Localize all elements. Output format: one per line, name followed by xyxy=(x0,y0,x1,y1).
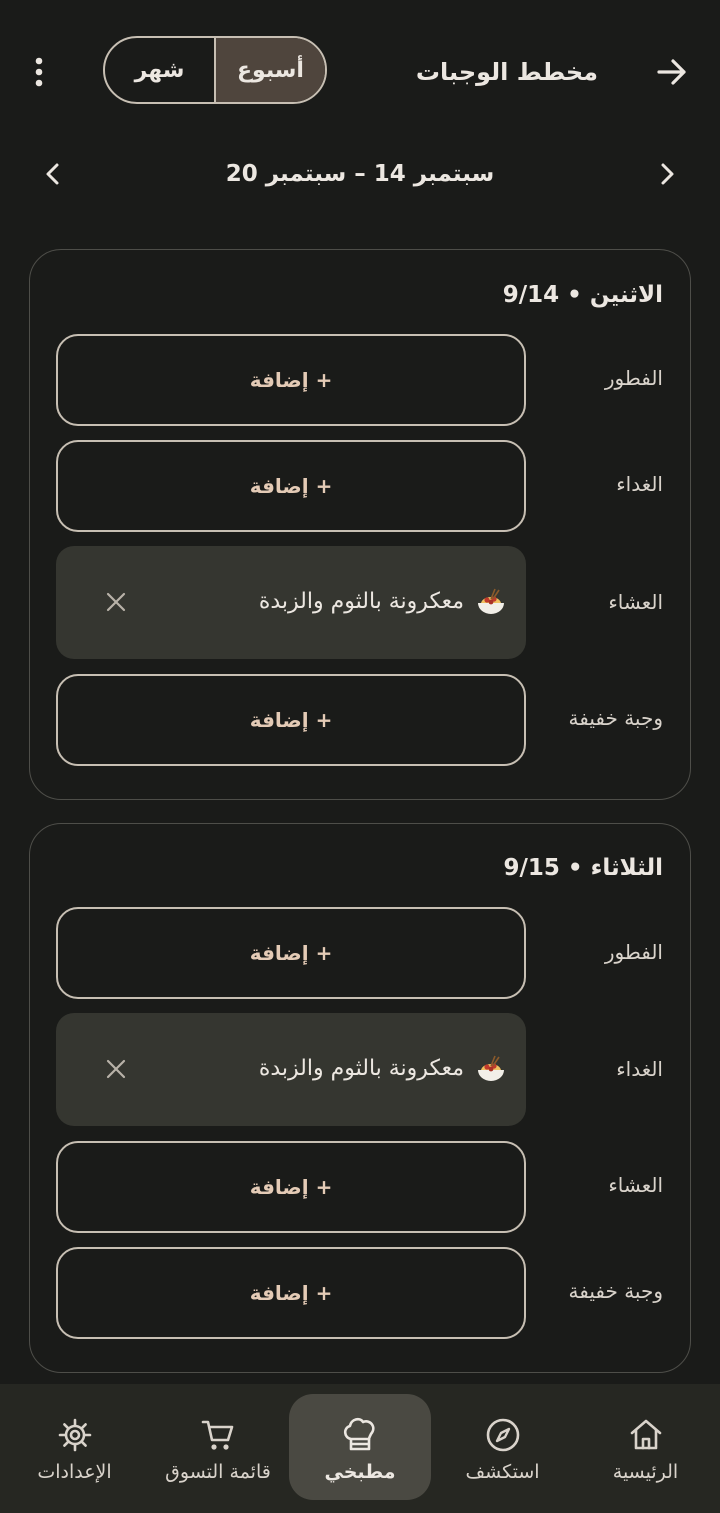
meal-label-breakfast: الفطور xyxy=(604,366,663,390)
week-range: سبتمبر 14 – سبتمبر 20 xyxy=(225,161,495,187)
bottom-nav: الإعدادات قائمة التسوق مطبخي استكشف الرئ… xyxy=(0,1384,720,1513)
gear-icon xyxy=(55,1415,95,1455)
add-breakfast-button[interactable]: + إضافة xyxy=(56,907,526,999)
compass-icon xyxy=(483,1415,523,1455)
view-toggle: شهر أسبوع xyxy=(103,36,327,104)
add-snack-button[interactable]: + إضافة xyxy=(56,1247,526,1339)
close-icon[interactable] xyxy=(102,588,130,616)
meal-label-lunch: الغداء xyxy=(616,1057,663,1081)
nav-label: الرئيسية xyxy=(612,1460,679,1483)
nav-settings[interactable]: الإعدادات xyxy=(2,1384,147,1513)
add-snack-button[interactable]: + إضافة xyxy=(56,674,526,766)
meal-label-lunch: الغداء xyxy=(616,472,663,496)
meal-item[interactable]: معكرونة بالثوم والزبدة xyxy=(56,1013,526,1126)
meal-item[interactable]: معكرونة بالثوم والزبدة xyxy=(56,546,526,659)
meal-label-snack: وجبة خفيفة xyxy=(568,1279,664,1303)
chevron-right-icon[interactable] xyxy=(652,156,684,192)
add-lunch-button[interactable]: + إضافة xyxy=(56,440,526,532)
pasta-icon xyxy=(474,586,508,620)
day-title: الاثنين • 9/14 xyxy=(502,282,663,308)
nav-label: قائمة التسوق xyxy=(165,1460,271,1483)
add-breakfast-button[interactable]: + إضافة xyxy=(56,334,526,426)
add-dinner-button[interactable]: + إضافة xyxy=(56,1141,526,1233)
home-icon xyxy=(626,1415,666,1455)
nav-kitchen[interactable]: مطبخي xyxy=(289,1384,431,1513)
close-icon[interactable] xyxy=(102,1055,130,1083)
meal-label-dinner: العشاء xyxy=(608,590,663,614)
meal-item-name: معكرونة بالثوم والزبدة xyxy=(258,589,464,614)
toggle-month[interactable]: شهر xyxy=(105,38,216,102)
nav-shopping[interactable]: قائمة التسوق xyxy=(147,1384,289,1513)
page-title: مخطط الوجبات xyxy=(415,58,598,86)
chef-hat-icon xyxy=(340,1415,380,1455)
meal-label-snack: وجبة خفيفة xyxy=(568,706,664,730)
pasta-icon xyxy=(474,1053,508,1087)
nav-label: استكشف xyxy=(465,1460,540,1483)
nav-label: الإعدادات xyxy=(37,1460,112,1483)
meal-label-breakfast: الفطور xyxy=(604,940,663,964)
meal-item-name: معكرونة بالثوم والزبدة xyxy=(258,1056,464,1081)
nav-home[interactable]: الرئيسية xyxy=(574,1384,717,1513)
more-vert-icon[interactable] xyxy=(24,52,54,92)
meal-label-dinner: العشاء xyxy=(608,1173,663,1197)
day-title: الثلاثاء • 9/15 xyxy=(503,855,663,881)
back-arrow-icon[interactable] xyxy=(652,52,692,92)
toggle-week[interactable]: أسبوع xyxy=(216,38,325,102)
cart-icon xyxy=(198,1415,238,1455)
nav-label: مطبخي xyxy=(324,1460,396,1483)
nav-explore[interactable]: استكشف xyxy=(431,1384,574,1513)
